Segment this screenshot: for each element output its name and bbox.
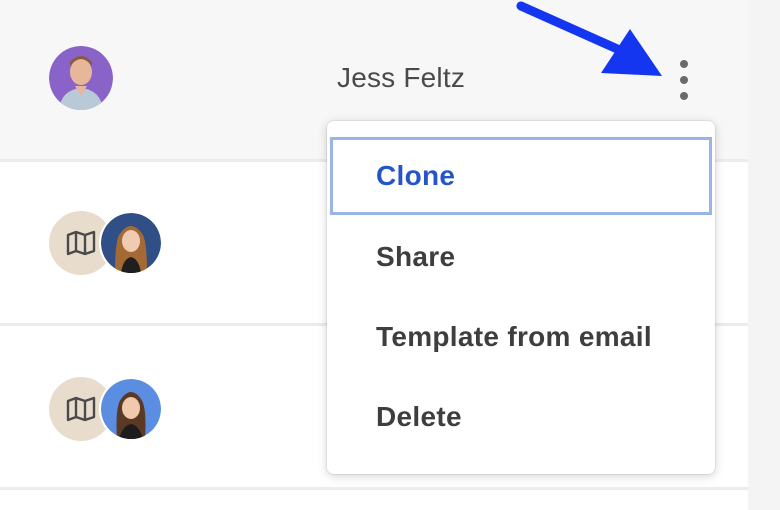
- arrow-icon: [516, 1, 662, 76]
- row-actions-menu: Clone Share Template from email Delete: [327, 121, 715, 474]
- menu-item-delete[interactable]: Delete: [327, 377, 715, 457]
- menu-item-template-from-email[interactable]: Template from email: [327, 297, 715, 377]
- menu-item-clone[interactable]: Clone: [330, 137, 712, 215]
- owner-name: Jess Feltz: [337, 62, 466, 93]
- avatar: [99, 211, 163, 275]
- menu-item-share[interactable]: Share: [327, 217, 715, 297]
- avatar: [99, 377, 163, 441]
- avatar: [49, 46, 113, 110]
